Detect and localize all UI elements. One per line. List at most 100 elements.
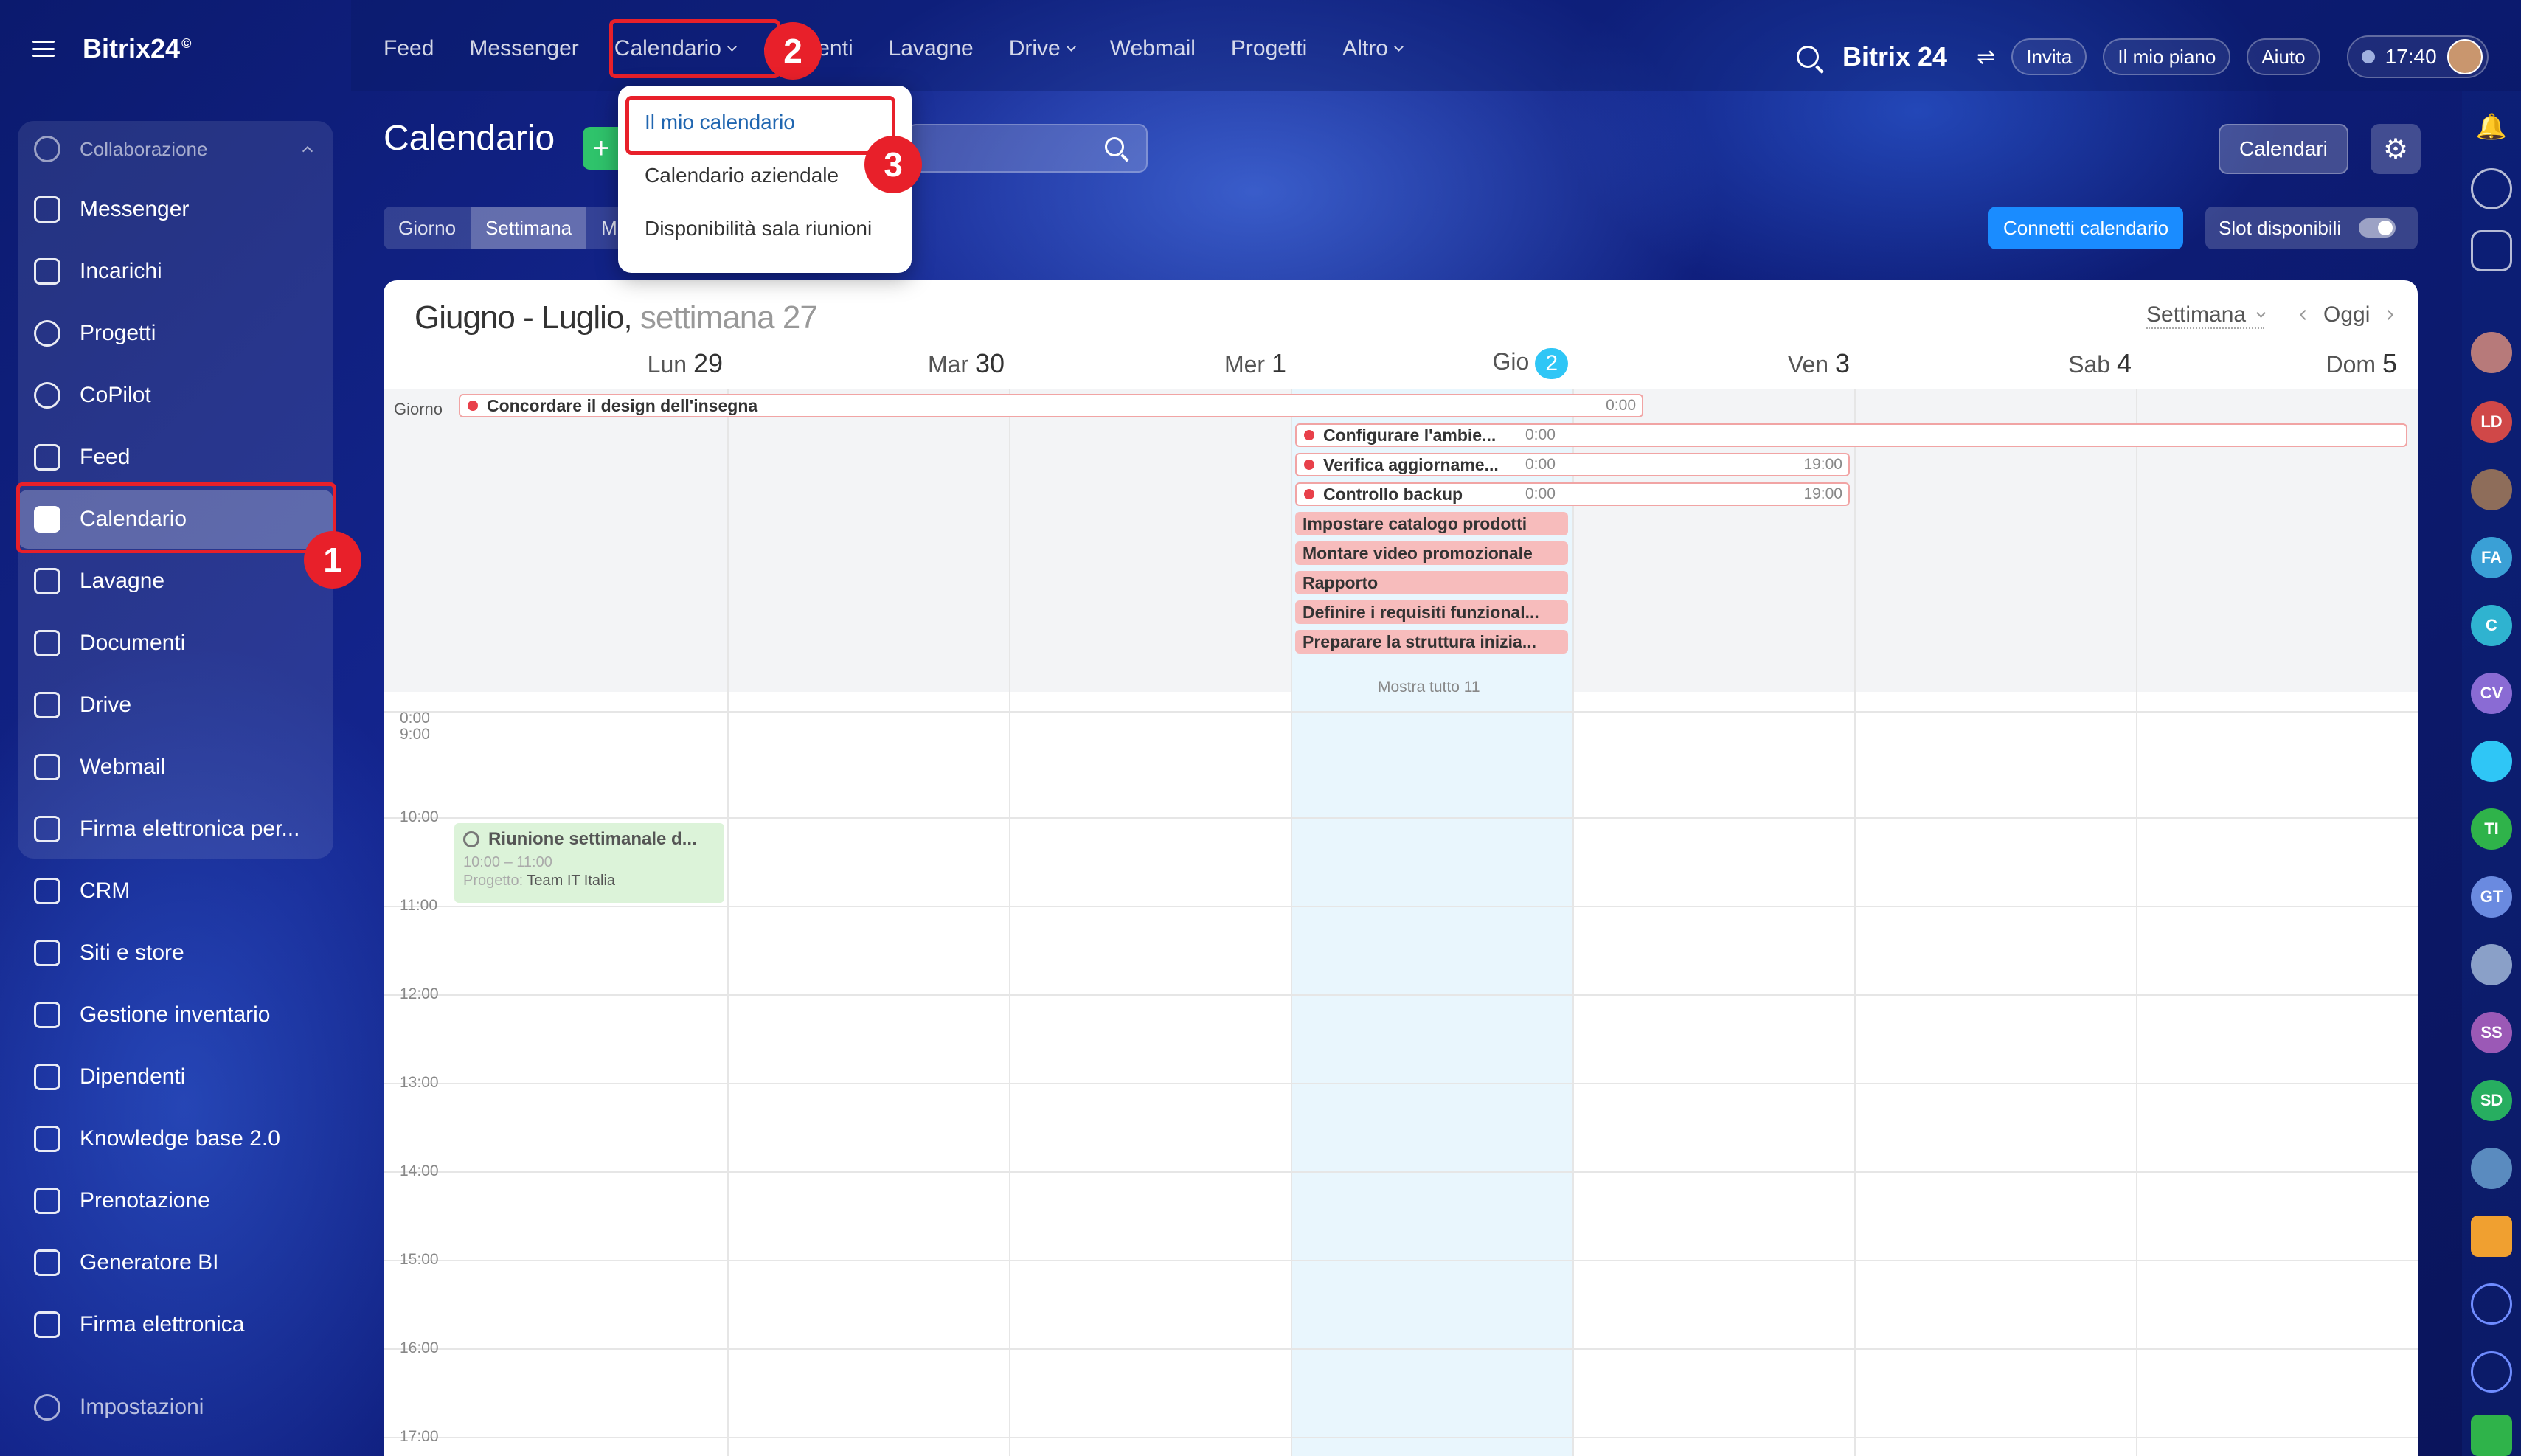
hour-label: 11:00 — [400, 897, 437, 914]
toggle-switch[interactable] — [2359, 218, 2396, 238]
nav-altro[interactable]: Altro — [1342, 36, 1404, 61]
avatar-gt[interactable]: GT — [2471, 876, 2512, 918]
sidebar-item-knowledge[interactable]: Knowledge base 2.0 — [18, 1109, 333, 1168]
connect-calendar-button[interactable]: Connetti calendario — [1988, 207, 2184, 249]
day-header[interactable]: Mar 30 — [864, 348, 1005, 389]
event-allday[interactable]: Configurare l'ambie... 0:00 — [1295, 423, 2407, 447]
bell-icon[interactable]: 🔔 — [2471, 106, 2512, 148]
copilot-icon[interactable] — [2471, 168, 2512, 209]
chevron-left-icon[interactable] — [2299, 309, 2311, 321]
sidebar-item-messenger[interactable]: Messenger — [18, 180, 333, 239]
chevron-right-icon[interactable] — [2383, 309, 2394, 321]
tab-giorno[interactable]: Giorno — [384, 207, 471, 249]
show-all-link[interactable]: Mostra tutto 11 — [1378, 679, 1480, 696]
nav-progetti[interactable]: Progetti — [1231, 36, 1307, 61]
sidebar-item-feed[interactable]: Feed — [18, 428, 333, 487]
today-button[interactable]: Oggi — [2323, 302, 2370, 327]
event-allday[interactable]: Impostare catalogo prodotti — [1295, 512, 1568, 535]
copilot-icon[interactable] — [2471, 1351, 2512, 1393]
event-allday[interactable]: Controllo backup 0:00 19:00 — [1295, 482, 1850, 506]
chat-group-icon[interactable] — [2471, 741, 2512, 782]
sidebar-item-lavagne[interactable]: Lavagne — [18, 552, 333, 611]
sidebar-item-bi[interactable]: Generatore BI — [18, 1233, 333, 1292]
search-input[interactable] — [907, 124, 1148, 173]
avatar-c[interactable]: C — [2471, 605, 2512, 646]
event-allday[interactable]: Definire i requisiti funzional... — [1295, 600, 1568, 624]
menu-icon[interactable] — [32, 41, 55, 57]
day-header-today[interactable]: Gio 2 — [1428, 348, 1568, 389]
sidebar-item-firma-per[interactable]: Firma elettronica per... — [18, 800, 333, 859]
sidebar-item-prenotazione[interactable]: Prenotazione — [18, 1171, 333, 1230]
help-button[interactable]: Aiuto — [2247, 38, 2320, 75]
sidebar-item-webmail[interactable]: Webmail — [18, 738, 333, 797]
nav-feed[interactable]: Feed — [384, 36, 434, 61]
event-allday[interactable]: Verifica aggiorname... 0:00 19:00 — [1295, 453, 1850, 476]
calendars-button[interactable]: Calendari — [2219, 124, 2348, 174]
crm-icon — [34, 878, 60, 904]
sidebar-item-siti[interactable]: Siti e store — [18, 923, 333, 982]
day-name: Lun — [647, 351, 687, 378]
event-allday[interactable]: Montare video promozionale — [1295, 541, 1568, 565]
nav-webmail[interactable]: Webmail — [1110, 36, 1196, 61]
plan-button[interactable]: Il mio piano — [2103, 38, 2231, 75]
slots-toggle[interactable]: Slot disponibili — [2205, 207, 2418, 249]
avatar-sd[interactable]: SD — [2471, 1080, 2512, 1121]
search-icon[interactable] — [1797, 46, 1819, 68]
calendar-icon[interactable] — [2471, 1216, 2512, 1257]
menu-item-room-availability[interactable]: Disponibilità sala riunioni — [645, 214, 872, 243]
avatar[interactable] — [2471, 469, 2512, 510]
day-number: 3 — [1834, 348, 1850, 378]
chat-icon[interactable] — [2471, 230, 2512, 271]
avatar[interactable] — [2471, 944, 2512, 985]
avatar-ss[interactable]: SS — [2471, 1012, 2512, 1053]
sidebar-item-progetti[interactable]: Progetti — [18, 304, 333, 363]
event-allday[interactable]: Concordare il design dell'insegna 0:00 — [459, 394, 1643, 417]
tab-settimana[interactable]: Settimana — [471, 207, 587, 249]
sidebar-item-settings[interactable]: Impostazioni — [18, 1378, 333, 1437]
add-button[interactable]: + — [583, 127, 620, 170]
nav-lavagne[interactable]: Lavagne — [889, 36, 974, 61]
sidebar-item-incarichi[interactable]: Incarichi — [18, 242, 333, 301]
sidebar-item-documenti[interactable]: Documenti — [18, 614, 333, 673]
filter-icon[interactable]: ⇌ — [1977, 44, 1995, 70]
sidebar-item-crm[interactable]: CRM — [18, 862, 333, 921]
menu-item-company-calendar[interactable]: Calendario aziendale — [645, 161, 839, 190]
sidebar-group-header[interactable]: Collaborazione — [18, 121, 333, 177]
user-avatar[interactable] — [2447, 39, 2483, 74]
sidebar-item-firma[interactable]: Firma elettronica — [18, 1295, 333, 1354]
day-header[interactable]: Sab 4 — [1991, 348, 2132, 389]
avatar[interactable] — [2471, 332, 2512, 373]
avatar-fa[interactable]: FA — [2471, 537, 2512, 578]
copilot-icon[interactable] — [2471, 1283, 2512, 1325]
avatar-ld[interactable]: LD — [2471, 401, 2512, 443]
sidebar-item-copilot[interactable]: CoPilot — [18, 366, 333, 425]
sidebar-item-label: CRM — [80, 878, 131, 903]
check-icon[interactable] — [2471, 1415, 2512, 1456]
booking-icon — [34, 1188, 60, 1214]
avatar-ti[interactable]: TI — [2471, 808, 2512, 850]
sidebar-item-dipendenti[interactable]: Dipendenti — [18, 1047, 333, 1106]
day-name: Dom — [2326, 351, 2376, 378]
day-header[interactable]: Dom 5 — [2250, 348, 2397, 389]
today-nav[interactable]: Oggi — [2299, 302, 2394, 327]
day-header[interactable]: Lun 29 — [583, 348, 723, 389]
clock-widget[interactable]: 17:40 — [2346, 35, 2489, 78]
document-icon — [34, 630, 60, 656]
nav-messenger[interactable]: Messenger — [469, 36, 578, 61]
sidebar-item-drive[interactable]: Drive — [18, 676, 333, 735]
event-meeting[interactable]: Riunione settimanale d... 10:00 – 11:00 … — [454, 823, 724, 903]
settings-gear-icon[interactable]: ⚙ — [2371, 124, 2421, 174]
event-allday[interactable]: Preparare la struttura inizia... — [1295, 630, 1568, 654]
invite-button[interactable]: Invita — [2011, 38, 2087, 75]
view-select[interactable]: Settimana — [2146, 302, 2266, 329]
week-label: settimana 27 — [639, 299, 818, 336]
sidebar-item-inventario[interactable]: Gestione inventario — [18, 985, 333, 1044]
day-header[interactable]: Ven 3 — [1710, 348, 1850, 389]
brand[interactable]: Bitrix24 © — [32, 28, 191, 69]
avatar-cv[interactable]: CV — [2471, 673, 2512, 714]
nav-drive[interactable]: Drive — [1009, 36, 1076, 61]
robot-icon[interactable] — [2471, 1148, 2512, 1189]
day-header[interactable]: Mer 1 — [1146, 348, 1286, 389]
event-allday[interactable]: Rapporto — [1295, 571, 1568, 594]
gear-icon — [34, 1394, 60, 1421]
